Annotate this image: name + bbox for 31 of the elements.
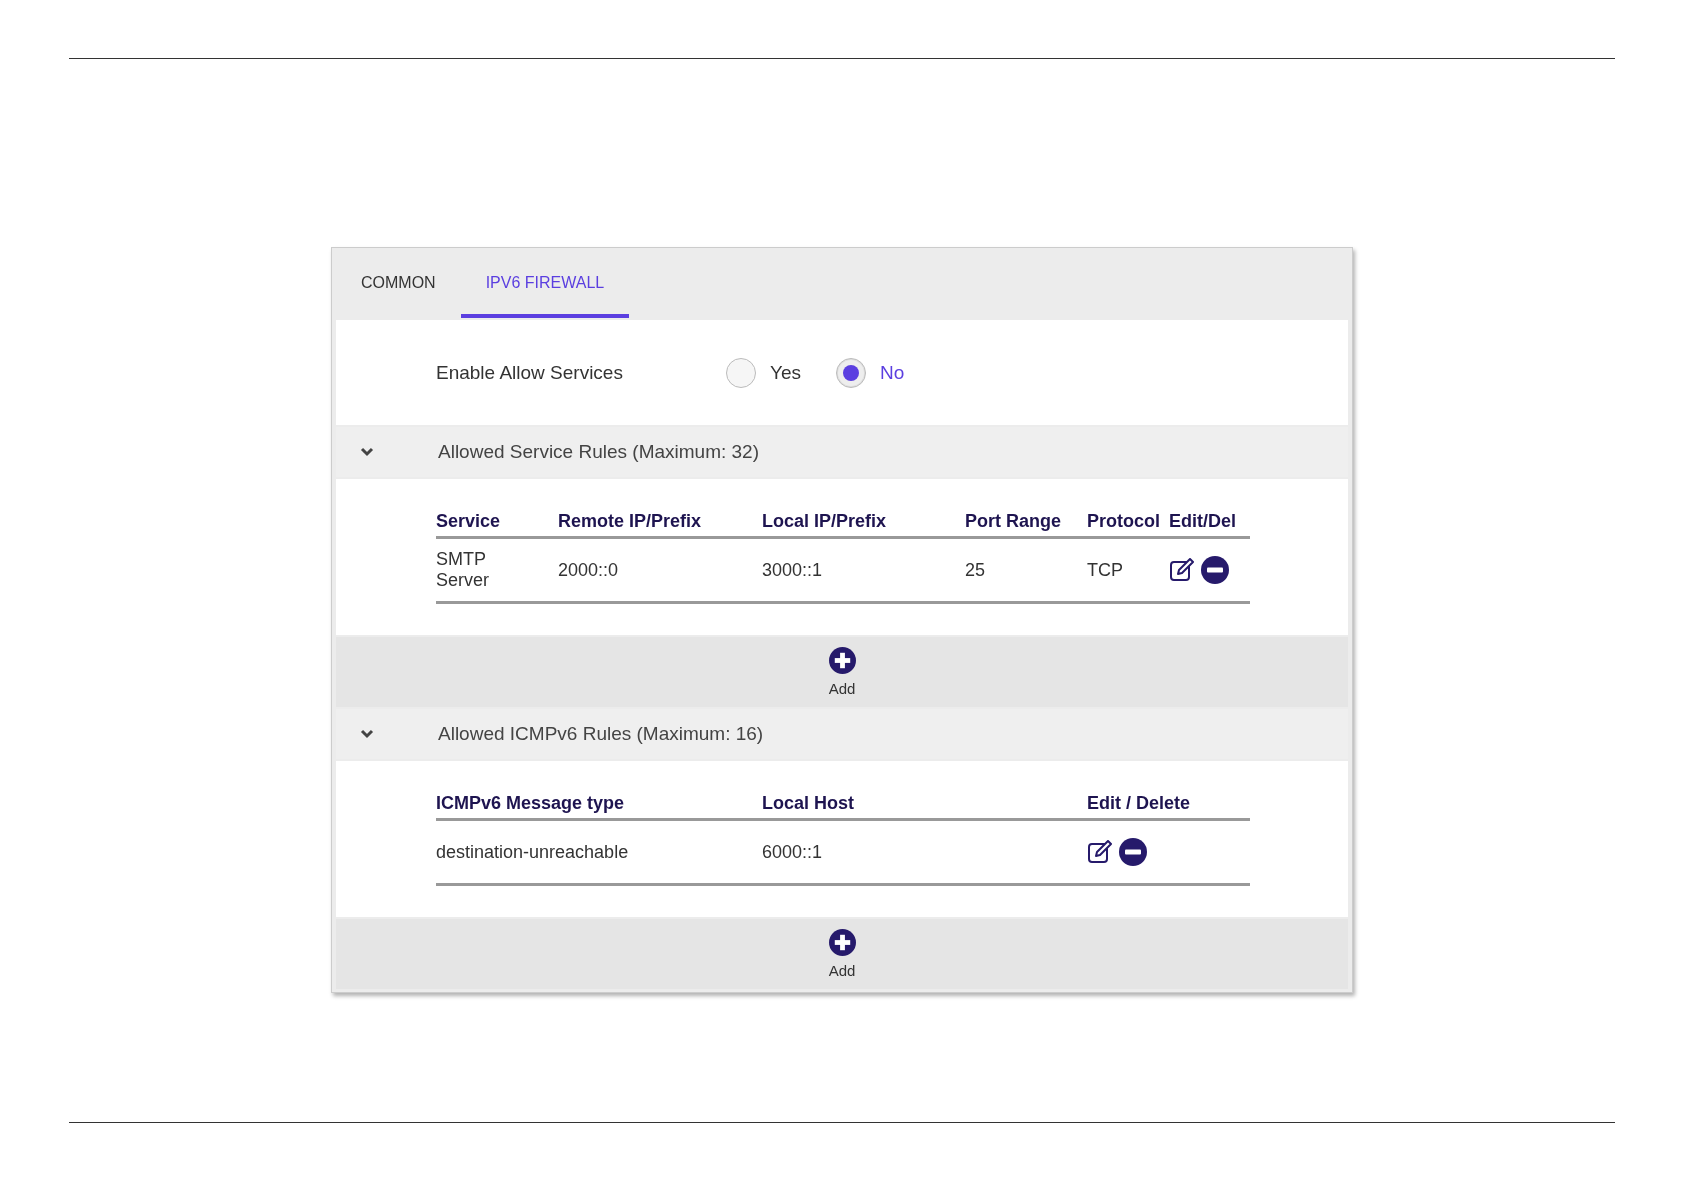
radio-label[interactable]: Yes — [770, 361, 801, 384]
delete-icon[interactable] — [1119, 838, 1147, 866]
chevron-icon[interactable] — [360, 729, 374, 739]
column-header: Protocol — [1087, 511, 1169, 539]
plus-icon — [828, 929, 856, 956]
add-button[interactable]: Add — [336, 919, 1348, 989]
table-cell: destination-unreachable — [436, 821, 762, 886]
tab[interactable]: COMMON — [336, 248, 461, 318]
edit-icon[interactable] — [1169, 558, 1195, 582]
column-header: Local Host — [762, 793, 1087, 821]
column-header: Port Range — [965, 511, 1087, 539]
plus-icon — [828, 647, 856, 674]
radio-button[interactable] — [726, 357, 756, 388]
table-cell: 3000::1 — [762, 539, 965, 604]
table-cell: 25 — [965, 539, 1087, 604]
column-header: Local IP/Prefix — [762, 511, 965, 539]
column-header: Edit / Delete — [1087, 793, 1250, 821]
column-header: ICMPv6 Message type — [436, 793, 762, 821]
edit-icon[interactable] — [1087, 840, 1113, 864]
column-header: Service — [436, 511, 558, 539]
table-cell: TCP — [1087, 539, 1169, 604]
table-cell: SMTP Server — [436, 539, 558, 604]
table-cell: 6000::1 — [762, 821, 1087, 886]
column-header: Remote IP/Prefix — [558, 511, 762, 539]
chevron-icon[interactable] — [360, 447, 374, 457]
table-cell: 2000::0 — [558, 539, 762, 604]
radio-label[interactable]: No — [880, 361, 905, 384]
delete-icon[interactable] — [1201, 556, 1229, 584]
add-button[interactable]: Add — [336, 637, 1348, 707]
field-label: Enable Allow Services — [436, 361, 624, 384]
column-header: Edit/Del — [1169, 511, 1250, 539]
